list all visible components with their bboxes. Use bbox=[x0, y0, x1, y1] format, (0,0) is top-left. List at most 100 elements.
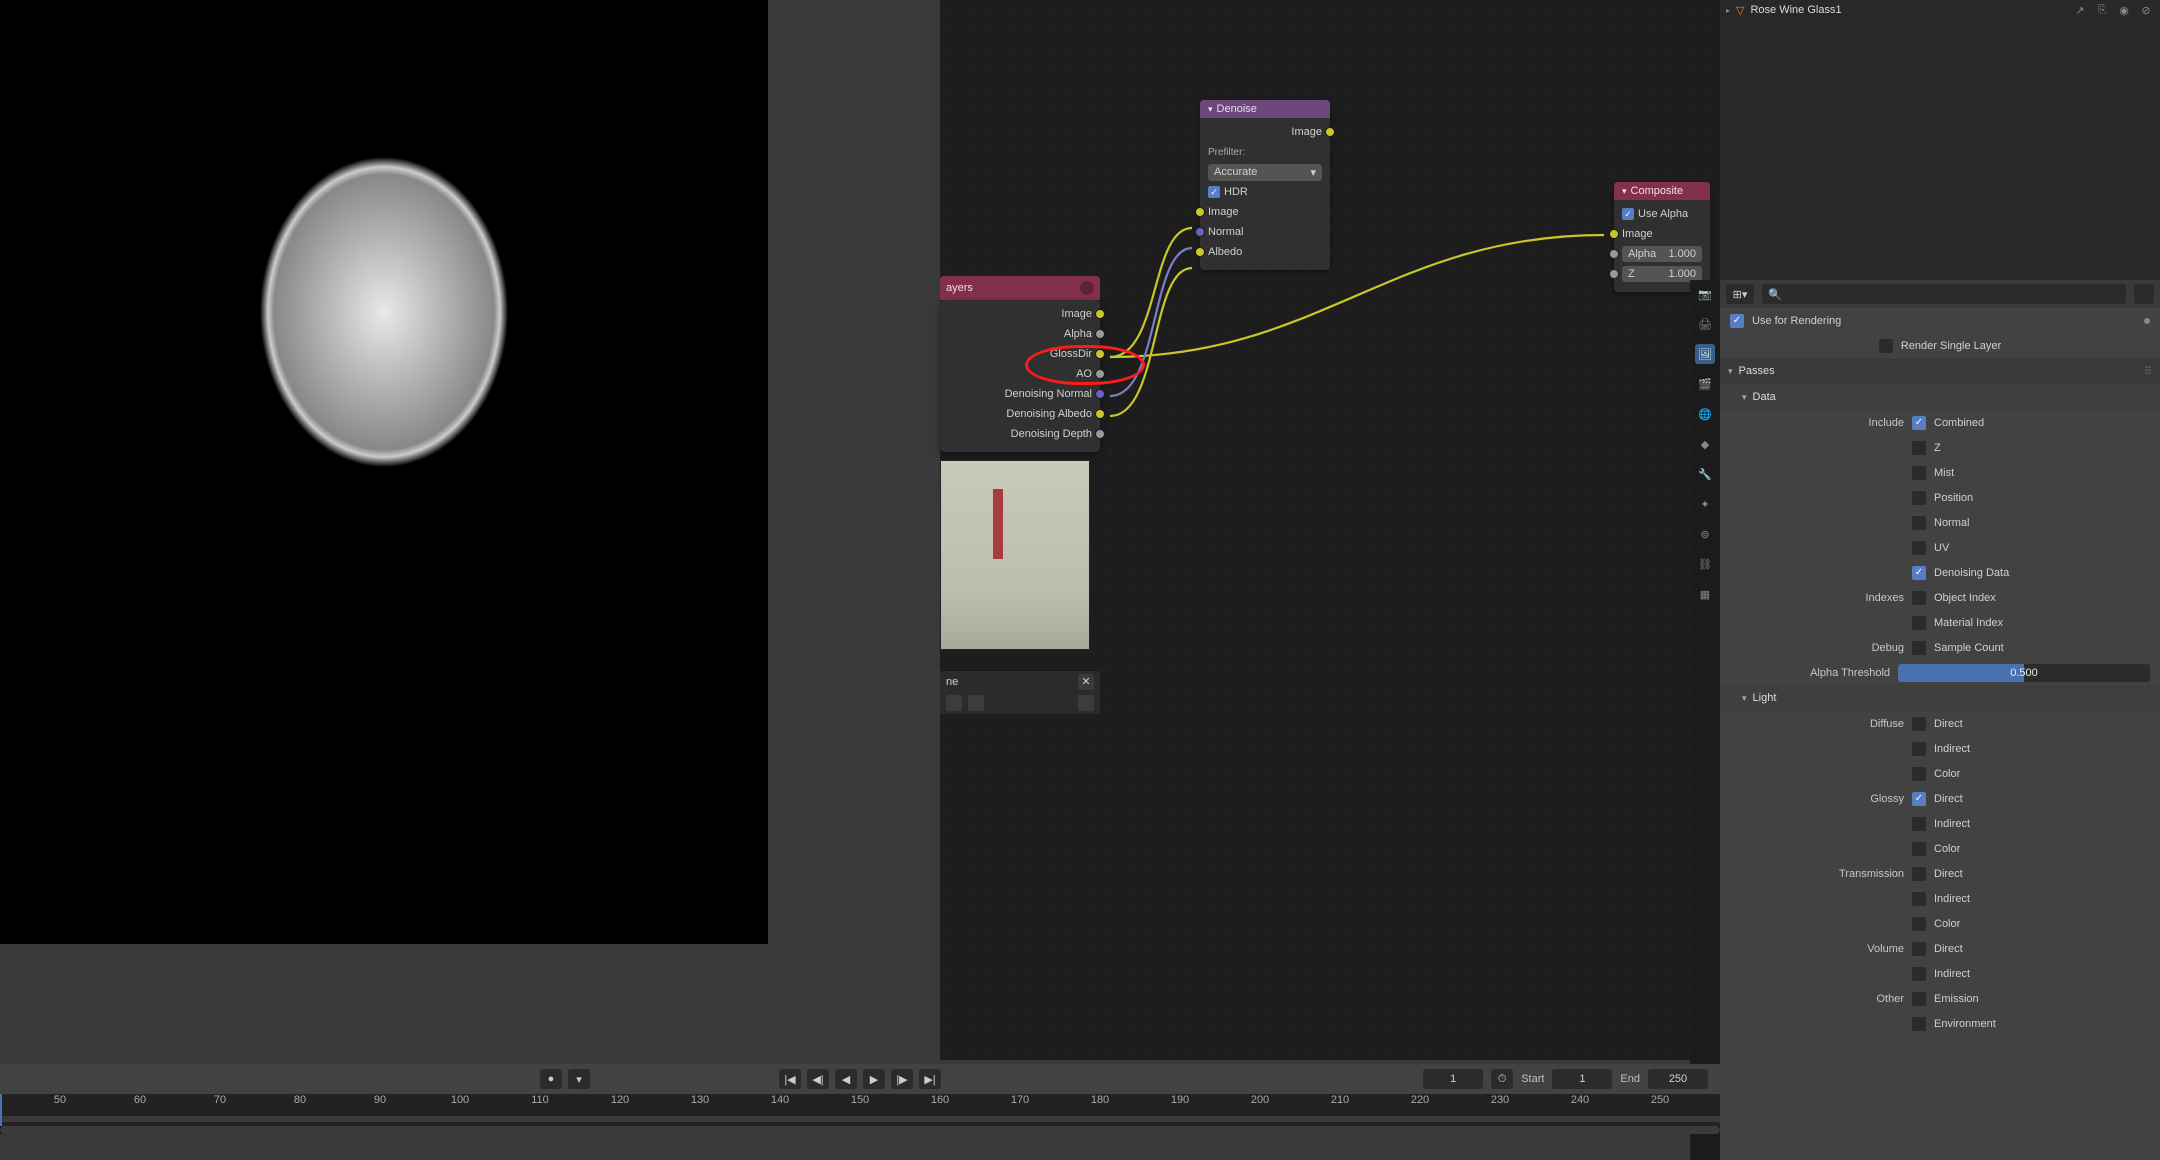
socket-out-denoise-depth[interactable] bbox=[1095, 429, 1105, 439]
pass-checkbox[interactable] bbox=[1912, 892, 1926, 906]
pass-checkbox[interactable] bbox=[1912, 717, 1926, 731]
data-header[interactable]: ▾ Data bbox=[1720, 384, 2160, 410]
end-frame-field[interactable]: 250 bbox=[1648, 1069, 1708, 1089]
pass-checkbox[interactable] bbox=[1912, 441, 1926, 455]
outliner-object-name[interactable]: Rose Wine Glass1 bbox=[1750, 4, 2066, 16]
physics-tab-icon[interactable]: ⊚ bbox=[1695, 524, 1715, 544]
collapse-icon[interactable]: ▾ bbox=[1742, 392, 1747, 403]
pass-checkbox[interactable]: ✓ bbox=[1912, 792, 1926, 806]
socket-in-image[interactable] bbox=[1609, 229, 1619, 239]
next-keyframe-button[interactable]: |▶ bbox=[891, 1069, 913, 1089]
start-frame-field[interactable]: 1 bbox=[1552, 1069, 1612, 1089]
light-header[interactable]: ▾ Light bbox=[1720, 685, 2160, 711]
pass-checkbox[interactable]: ✓ bbox=[1912, 416, 1926, 430]
compositor-node-editor[interactable]: ayers Image Alpha GlossDir AO Denoising … bbox=[940, 0, 1720, 1060]
socket-in-image[interactable] bbox=[1195, 207, 1205, 217]
constraints-tab-icon[interactable]: ⛓ bbox=[1695, 554, 1715, 574]
pin-icon[interactable] bbox=[946, 695, 962, 711]
eye-icon[interactable]: ◉ bbox=[2116, 2, 2132, 18]
link-icon[interactable]: ⎘ bbox=[2094, 2, 2110, 18]
output-tab-icon[interactable]: 🖨 bbox=[1695, 314, 1715, 334]
jump-end-button[interactable]: ▶| bbox=[919, 1069, 941, 1089]
pass-checkbox[interactable] bbox=[1912, 817, 1926, 831]
collapse-icon[interactable]: ▾ bbox=[1742, 693, 1747, 704]
pass-checkbox[interactable] bbox=[1912, 466, 1926, 480]
socket-in-albedo[interactable] bbox=[1195, 247, 1205, 257]
pass-checkbox[interactable] bbox=[1912, 641, 1926, 655]
pass-checkbox[interactable] bbox=[1912, 541, 1926, 555]
scene-tab-icon[interactable]: 🎬 bbox=[1695, 374, 1715, 394]
pass-checkbox[interactable] bbox=[1912, 942, 1926, 956]
autokey-button[interactable]: ● bbox=[540, 1069, 562, 1089]
render-tab-icon[interactable]: 📷 bbox=[1695, 284, 1715, 304]
pass-checkbox[interactable] bbox=[1912, 767, 1926, 781]
options-icon[interactable] bbox=[2134, 284, 2154, 304]
layer-dropdown-icon[interactable] bbox=[968, 695, 984, 711]
particles-tab-icon[interactable]: ✦ bbox=[1695, 494, 1715, 514]
socket-out-ao[interactable] bbox=[1095, 369, 1105, 379]
grip-icon[interactable]: ⠿ bbox=[2144, 365, 2152, 378]
close-icon[interactable]: ✕ bbox=[1078, 674, 1094, 690]
composite-node[interactable]: ▾Composite ✓Use Alpha Image Alpha1.000 Z… bbox=[1614, 182, 1710, 292]
collapse-icon[interactable]: ▾ bbox=[1622, 186, 1627, 197]
timeline-scrollbar[interactable] bbox=[0, 1126, 1720, 1134]
pass-checkbox[interactable] bbox=[1912, 917, 1926, 931]
properties-search-input[interactable]: 🔍 bbox=[1762, 284, 2126, 304]
pass-checkbox[interactable] bbox=[1912, 516, 1926, 530]
disable-icon[interactable]: ⊘ bbox=[2138, 2, 2154, 18]
socket-out-glossdir[interactable] bbox=[1095, 349, 1105, 359]
denoise-node[interactable]: ▾Denoise Image Prefilter: Accurate▾ ✓HDR… bbox=[1200, 100, 1330, 270]
alpha-threshold-field[interactable]: 0.500 bbox=[1898, 664, 2150, 682]
viewlayer-pin-icon[interactable]: ⊞▾ bbox=[1726, 284, 1754, 304]
pass-checkbox[interactable] bbox=[1912, 616, 1926, 630]
data-tab-icon[interactable]: ▦ bbox=[1695, 584, 1715, 604]
render-layers-node[interactable]: Image Alpha GlossDir AO Denoising Normal… bbox=[940, 300, 1100, 452]
pass-checkbox[interactable] bbox=[1912, 491, 1926, 505]
viewlayer-tab-icon[interactable]: 🖼 bbox=[1695, 344, 1715, 364]
toggle-select-icon[interactable]: ↗ bbox=[2072, 2, 2088, 18]
pass-checkbox[interactable] bbox=[1912, 842, 1926, 856]
clock-icon[interactable]: ⏱ bbox=[1491, 1069, 1513, 1089]
pass-checkbox[interactable] bbox=[1912, 1017, 1926, 1031]
play-reverse-button[interactable]: ◀ bbox=[835, 1069, 857, 1089]
socket-out-alpha[interactable] bbox=[1095, 329, 1105, 339]
passes-header[interactable]: ▾ Passes ⠿ bbox=[1720, 358, 2160, 384]
world-tab-icon[interactable]: 🌐 bbox=[1695, 404, 1715, 424]
timeline-ruler[interactable]: 5060708090100110120130140150160170180190… bbox=[0, 1094, 1720, 1134]
collapse-icon[interactable]: ▾ bbox=[1208, 104, 1213, 115]
refresh-icon[interactable] bbox=[1078, 695, 1094, 711]
jump-start-button[interactable]: |◀ bbox=[779, 1069, 801, 1089]
socket-out-image[interactable] bbox=[1325, 127, 1335, 137]
modifier-tab-icon[interactable]: 🔧 bbox=[1695, 464, 1715, 484]
node-preview-toggle-icon[interactable] bbox=[1080, 281, 1094, 295]
pass-checkbox[interactable] bbox=[1912, 967, 1926, 981]
render-single-layer-checkbox[interactable] bbox=[1879, 339, 1893, 353]
play-button[interactable]: ▶ bbox=[863, 1069, 885, 1089]
current-frame-field[interactable]: 1 bbox=[1423, 1069, 1483, 1089]
socket-in-normal[interactable] bbox=[1195, 227, 1205, 237]
use-alpha-checkbox[interactable]: ✓ bbox=[1622, 208, 1634, 220]
pass-checkbox[interactable] bbox=[1912, 867, 1926, 881]
object-tab-icon[interactable]: ◆ bbox=[1695, 434, 1715, 454]
pass-checkbox[interactable] bbox=[1912, 992, 1926, 1006]
socket-out-denoise-normal[interactable] bbox=[1095, 389, 1105, 399]
anim-bullet-icon[interactable] bbox=[2144, 318, 2150, 324]
socket-in-alpha[interactable] bbox=[1609, 249, 1619, 259]
autokey-dropdown[interactable]: ▾ bbox=[568, 1069, 590, 1089]
socket-in-z[interactable] bbox=[1609, 269, 1619, 279]
scene-selector[interactable]: ne ✕ bbox=[940, 670, 1100, 692]
pass-checkbox[interactable] bbox=[1912, 742, 1926, 756]
expand-icon[interactable]: ▸ bbox=[1726, 6, 1730, 15]
use-for-rendering-checkbox[interactable]: ✓ bbox=[1730, 314, 1744, 328]
collapse-icon[interactable]: ▾ bbox=[1728, 366, 1733, 377]
socket-out-denoise-albedo[interactable] bbox=[1095, 409, 1105, 419]
socket-out-image[interactable] bbox=[1095, 309, 1105, 319]
render-viewport[interactable] bbox=[0, 0, 768, 944]
outliner-empty-area[interactable] bbox=[1720, 20, 2160, 280]
hdr-checkbox[interactable]: ✓ bbox=[1208, 186, 1220, 198]
prev-keyframe-button[interactable]: ◀| bbox=[807, 1069, 829, 1089]
prefilter-dropdown[interactable]: Accurate▾ bbox=[1208, 164, 1322, 181]
outliner-row[interactable]: ▸ ▽ Rose Wine Glass1 ↗ ⎘ ◉ ⊘ bbox=[1720, 0, 2160, 20]
pass-checkbox[interactable] bbox=[1912, 591, 1926, 605]
render-layers-node-header[interactable]: ayers bbox=[940, 276, 1100, 300]
